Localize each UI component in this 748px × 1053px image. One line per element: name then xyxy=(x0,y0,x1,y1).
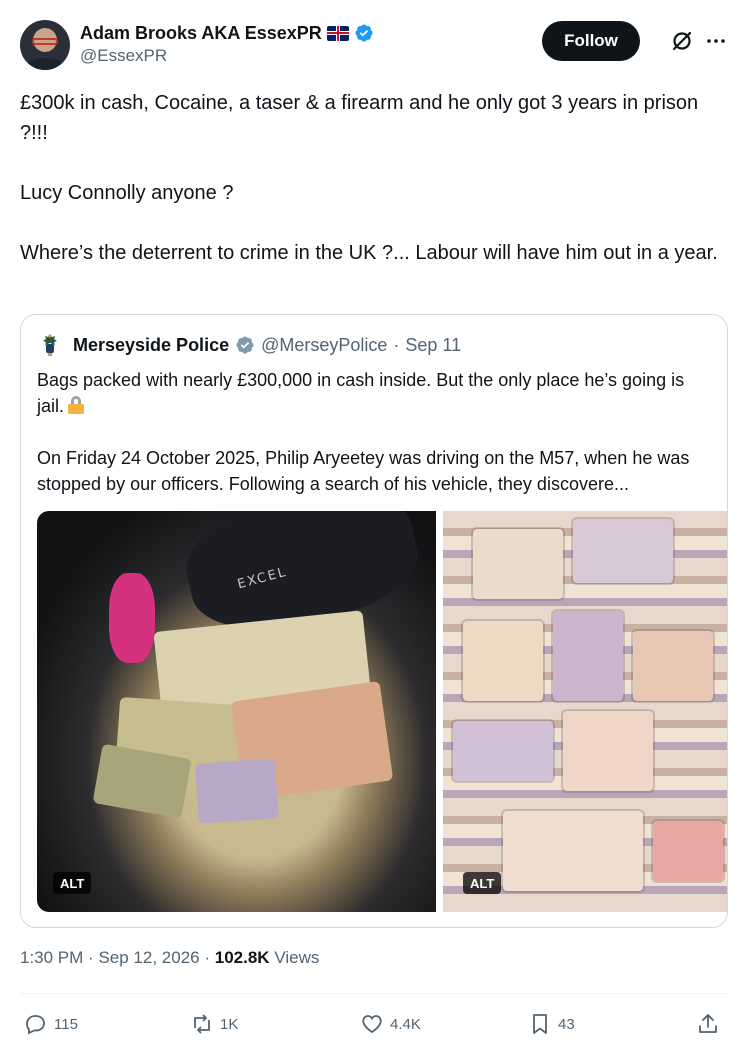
lock-emoji-icon xyxy=(68,396,85,414)
quoted-tweet-header: Merseyside Police @MerseyPolice · Sep 11 xyxy=(37,332,461,358)
tweet-time[interactable]: 1:30 PM xyxy=(20,948,83,967)
quoted-tweet[interactable]: Merseyside Police @MerseyPolice · Sep 11… xyxy=(20,314,728,928)
author-display-name[interactable]: Adam Brooks AKA EssexPR xyxy=(80,22,322,44)
quoted-author-handle[interactable]: @MerseyPolice xyxy=(261,335,387,356)
more-options-icon[interactable] xyxy=(704,29,728,53)
share-button[interactable] xyxy=(696,1008,720,1040)
author-names: Adam Brooks AKA EssexPR @EssexPR xyxy=(80,22,374,67)
bookmark-button[interactable]: 43 xyxy=(528,1008,575,1040)
quoted-tweet-text: Bags packed with nearly £300,000 in cash… xyxy=(37,367,713,523)
tweet-paragraph: Lucy Connolly anyone ? xyxy=(20,182,234,204)
tweet-date[interactable]: Sep 12, 2026 xyxy=(98,948,199,967)
repost-icon xyxy=(194,1014,210,1034)
quoted-author-name[interactable]: Merseyside Police xyxy=(73,335,229,356)
author-handle[interactable]: @EssexPR xyxy=(80,45,374,67)
repost-button[interactable]: 1K xyxy=(190,1008,238,1040)
tweet-paragraph: Where’s the deterrent to crime in the UK… xyxy=(20,242,718,264)
cash-bag-photo[interactable]: EXCEL ALT xyxy=(37,511,436,912)
reply-icon xyxy=(26,1015,45,1035)
reply-count: 115 xyxy=(54,1015,78,1033)
police-crest-icon[interactable] xyxy=(37,332,63,358)
quoted-media-grid: EXCEL ALT ALT xyxy=(37,511,727,912)
like-button[interactable]: 4.4K xyxy=(360,1008,421,1040)
separator-dot: · xyxy=(88,948,94,967)
tweet-paragraph: £300k in cash, Cocaine, a taser & a fire… xyxy=(20,92,699,144)
repost-count: 1K xyxy=(220,1015,239,1033)
quoted-paragraph: Bags packed with nearly £300,000 in cash… xyxy=(37,367,713,419)
bookmark-icon xyxy=(533,1014,547,1034)
quoted-tweet-date[interactable]: Sep 11 xyxy=(405,335,461,356)
reply-button[interactable]: 115 xyxy=(24,1008,78,1040)
action-bar: 115 1K 4.4K 43 xyxy=(20,1008,728,1040)
author-display-name-row[interactable]: Adam Brooks AKA EssexPR xyxy=(80,22,374,44)
share-icon xyxy=(699,1014,717,1033)
divider xyxy=(20,993,728,994)
quoted-paragraph: On Friday 24 October 2025, Philip Aryeet… xyxy=(37,448,690,494)
uk-flag-icon xyxy=(326,25,349,41)
like-count: 4.4K xyxy=(390,1015,421,1033)
separator-dot: · xyxy=(393,334,400,355)
views-label: Views xyxy=(274,948,320,967)
tweet-text: £300k in cash, Cocaine, a taser & a fire… xyxy=(20,88,728,268)
quoted-paragraph-text: Bags packed with nearly £300,000 in cash… xyxy=(37,370,685,416)
alt-text-badge[interactable]: ALT xyxy=(463,872,502,894)
grok-icon[interactable] xyxy=(670,29,694,53)
tweet-meta: 1:30 PM · Sep 12, 2026 · 102.8K Views xyxy=(20,948,319,968)
alt-text-badge[interactable]: ALT xyxy=(53,872,92,894)
follow-button[interactable]: Follow xyxy=(542,21,640,61)
gray-verified-badge-icon xyxy=(236,336,254,354)
separator-dot: · xyxy=(204,948,211,967)
cash-stacks-photo[interactable]: ALT xyxy=(443,511,727,912)
bookmark-count: 43 xyxy=(558,1015,575,1033)
tweet-header: Adam Brooks AKA EssexPR @EssexPR Follow xyxy=(20,20,728,72)
views-count: 102.8K xyxy=(214,948,270,967)
verified-badge-icon xyxy=(355,24,373,42)
heart-icon xyxy=(362,1015,382,1034)
author-avatar[interactable] xyxy=(20,20,70,70)
